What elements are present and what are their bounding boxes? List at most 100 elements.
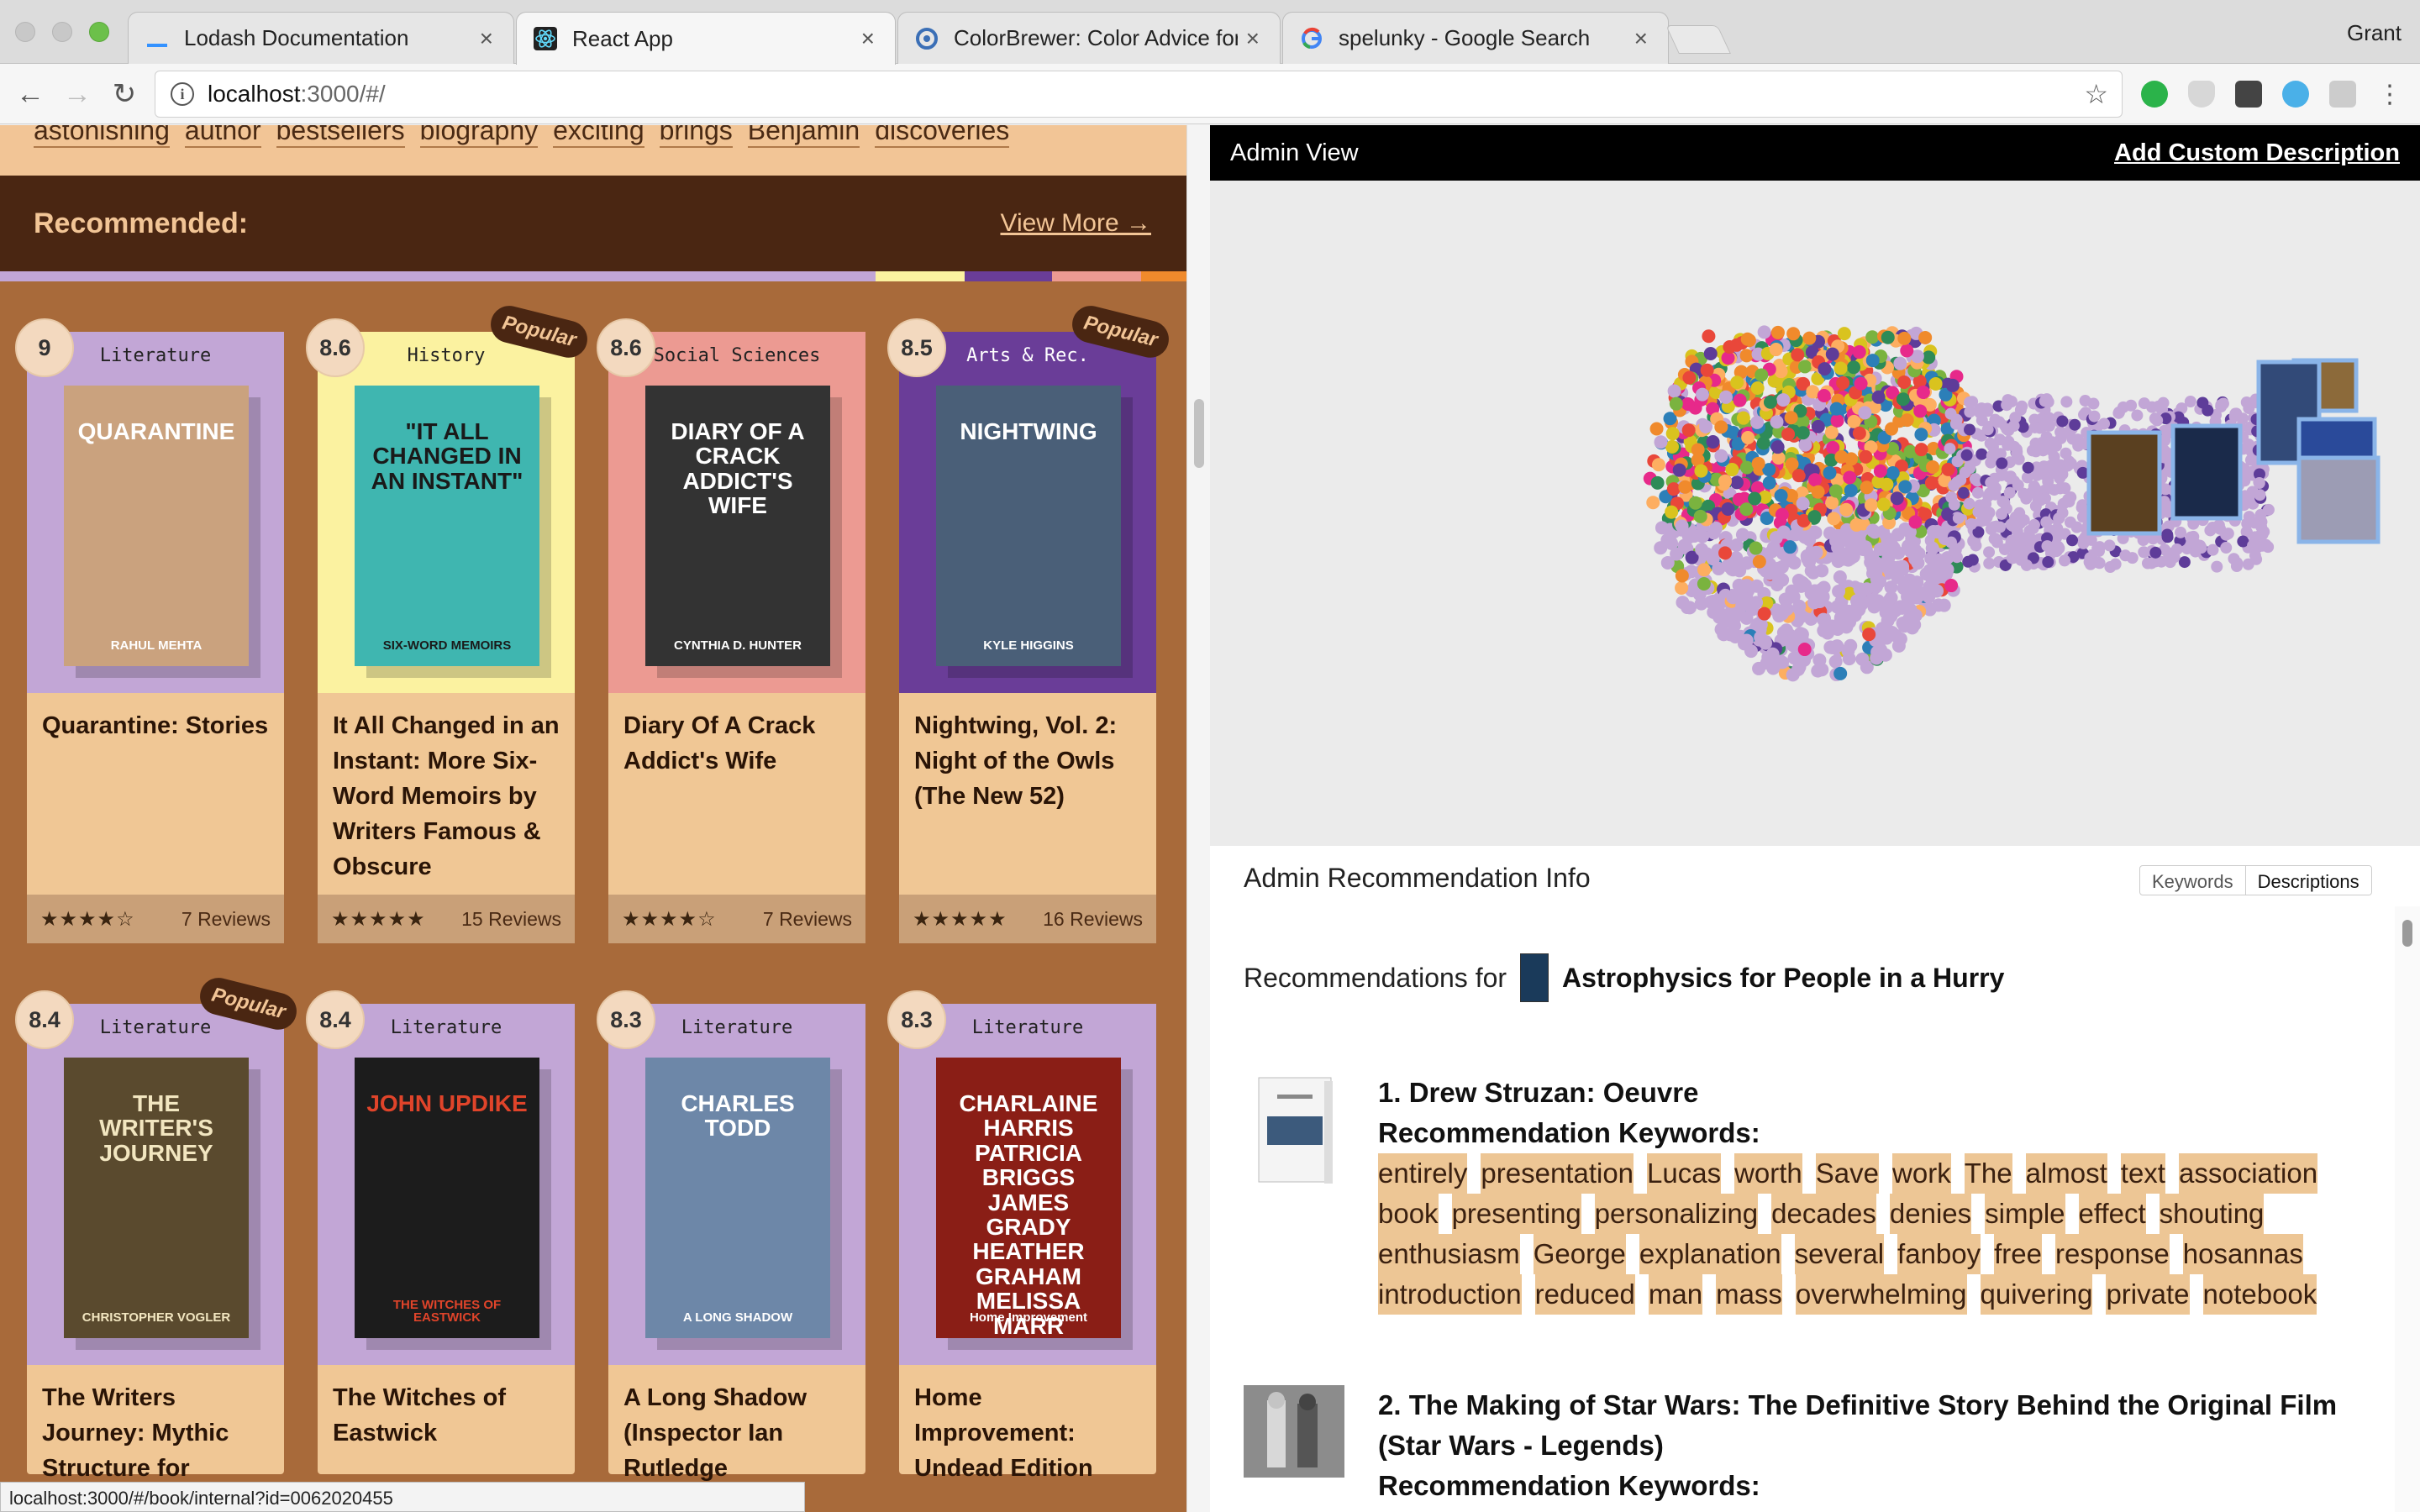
book-point[interactable] xyxy=(2178,556,2191,569)
book-cover-image[interactable]: CHARLES TODD A LONG SHADOW xyxy=(645,1058,830,1338)
book-point[interactable] xyxy=(1844,638,1858,653)
book-point[interactable] xyxy=(2007,420,2020,433)
book-point[interactable] xyxy=(2092,545,2105,558)
book-point[interactable] xyxy=(1776,393,1791,407)
book-point[interactable] xyxy=(2006,534,2018,547)
book-point[interactable] xyxy=(2195,542,2207,554)
review-count[interactable]: 16 Reviews xyxy=(1043,908,1143,931)
book-point[interactable] xyxy=(2002,470,2015,483)
book-point[interactable] xyxy=(1665,427,1680,441)
add-custom-description-link[interactable]: Add Custom Description xyxy=(2114,139,2400,167)
book-point[interactable] xyxy=(2034,494,2047,507)
book-point[interactable] xyxy=(1926,459,1940,474)
book-title[interactable]: Quarantine: Stories xyxy=(42,708,274,743)
book-point[interactable] xyxy=(1792,599,1807,613)
book-point[interactable] xyxy=(1718,474,1733,488)
book-point[interactable] xyxy=(2255,521,2268,533)
book-point[interactable] xyxy=(1735,599,1749,613)
book-point[interactable] xyxy=(1910,591,1924,605)
close-icon[interactable]: × xyxy=(1246,25,1260,52)
book-point[interactable] xyxy=(1774,488,1788,502)
book-point[interactable] xyxy=(1859,540,1873,554)
book-point[interactable] xyxy=(1843,470,1857,485)
book-point[interactable] xyxy=(1852,426,1866,440)
book-point[interactable] xyxy=(2162,547,2175,559)
book-point[interactable] xyxy=(1818,362,1832,376)
book-point[interactable] xyxy=(2119,549,2132,562)
book-point[interactable] xyxy=(2077,537,2090,549)
book-point[interactable] xyxy=(1834,601,1849,616)
keyword-tag[interactable]: association xyxy=(2178,1153,2318,1194)
book-point[interactable] xyxy=(1667,384,1681,398)
recommendations-for-book[interactable]: Astrophysics for People in a Hurry xyxy=(1562,963,2004,994)
book-point[interactable] xyxy=(2041,540,2054,553)
book-point[interactable] xyxy=(2006,552,2018,564)
book-point[interactable] xyxy=(1672,463,1686,477)
book-point[interactable] xyxy=(1762,475,1776,490)
keyword-tag[interactable]: bestsellers xyxy=(276,125,405,148)
book-point[interactable] xyxy=(1791,348,1805,362)
scrollbar-thumb[interactable] xyxy=(1194,399,1204,468)
book-point[interactable] xyxy=(2027,522,2039,535)
scrollbar-thumb[interactable] xyxy=(2402,920,2412,947)
book-point[interactable] xyxy=(1695,543,1709,557)
book-point[interactable] xyxy=(1984,437,1996,449)
book-map-scatter[interactable] xyxy=(1210,181,2420,846)
book-point[interactable] xyxy=(1983,546,1996,559)
book-cover-image[interactable]: JOHN UPDIKE THE WITCHES OF EASTWICK xyxy=(355,1058,539,1338)
book-point[interactable] xyxy=(2001,399,2013,412)
book-point[interactable] xyxy=(1876,497,1891,512)
keyword-tag[interactable]: brings xyxy=(659,125,733,148)
tab-descriptions[interactable]: Descriptions xyxy=(2244,866,2371,895)
book-point[interactable] xyxy=(2092,556,2105,569)
book-title[interactable]: The Witches of Eastwick xyxy=(333,1380,565,1451)
keyword-tag[interactable]: free xyxy=(1994,1234,2043,1274)
book-point[interactable] xyxy=(1665,505,1679,519)
keyword-tag[interactable]: enthusiasm xyxy=(1378,1234,1520,1274)
keyword-tag[interactable]: George xyxy=(1533,1234,1626,1274)
keyword-tag[interactable]: denies xyxy=(1889,1194,1972,1234)
book-title[interactable]: It All Changed in an Instant: More Six-W… xyxy=(333,708,565,885)
keyword-tag[interactable]: Save xyxy=(1815,1153,1880,1194)
book-point[interactable] xyxy=(2149,546,2162,559)
book-card[interactable]: 8.3 Literature CHARLES TODD A LONG SHADOW A … xyxy=(597,990,865,1482)
book-point[interactable] xyxy=(1833,361,1848,375)
book-cover-image[interactable]: CHARLAINE HARRIS PATRICIA BRIGGS JAMES G… xyxy=(936,1058,1121,1338)
book-point[interactable] xyxy=(2042,556,2054,569)
book-point[interactable] xyxy=(1831,540,1845,554)
book-point[interactable] xyxy=(2161,531,2174,543)
book-point[interactable] xyxy=(1965,517,1978,530)
book-point[interactable] xyxy=(1897,331,1912,345)
book-point[interactable] xyxy=(2228,410,2241,423)
book-point[interactable] xyxy=(1763,395,1777,409)
book-point[interactable] xyxy=(1769,567,1783,581)
book-point[interactable] xyxy=(1981,423,1994,436)
book-point[interactable] xyxy=(2253,477,2265,490)
book-point[interactable] xyxy=(2145,557,2158,570)
book-point[interactable] xyxy=(1995,507,2007,520)
book-point[interactable] xyxy=(1739,502,1754,517)
book-point[interactable] xyxy=(2254,489,2266,501)
close-icon[interactable]: × xyxy=(1634,25,1648,52)
book-cover-thumbnail[interactable] xyxy=(1520,953,1549,1002)
book-point[interactable] xyxy=(2002,438,2014,451)
book-point[interactable] xyxy=(1808,473,1823,487)
book-point[interactable] xyxy=(1937,598,1951,612)
book-point[interactable] xyxy=(2228,553,2240,565)
keyword-tag[interactable]: reduced xyxy=(1534,1274,1635,1315)
keyword-tag[interactable]: entirely xyxy=(1378,1153,1468,1194)
book-point[interactable] xyxy=(1981,405,1994,417)
book-point[interactable] xyxy=(1847,414,1861,428)
new-tab-button[interactable] xyxy=(1665,25,1731,54)
book-point[interactable] xyxy=(1770,415,1784,429)
book-point[interactable] xyxy=(1754,368,1769,382)
book-point[interactable] xyxy=(2053,512,2065,525)
book-point[interactable] xyxy=(1897,575,1912,590)
book-point[interactable] xyxy=(1823,465,1837,480)
book-point[interactable] xyxy=(1825,347,1839,361)
review-count[interactable]: 7 Reviews xyxy=(763,908,852,931)
book-point[interactable] xyxy=(2131,409,2144,422)
book-point[interactable] xyxy=(1871,390,1886,404)
recommendation-title[interactable]: 2. The Making of Star Wars: The Definiti… xyxy=(1378,1385,2378,1466)
book-point[interactable] xyxy=(1900,344,1914,358)
